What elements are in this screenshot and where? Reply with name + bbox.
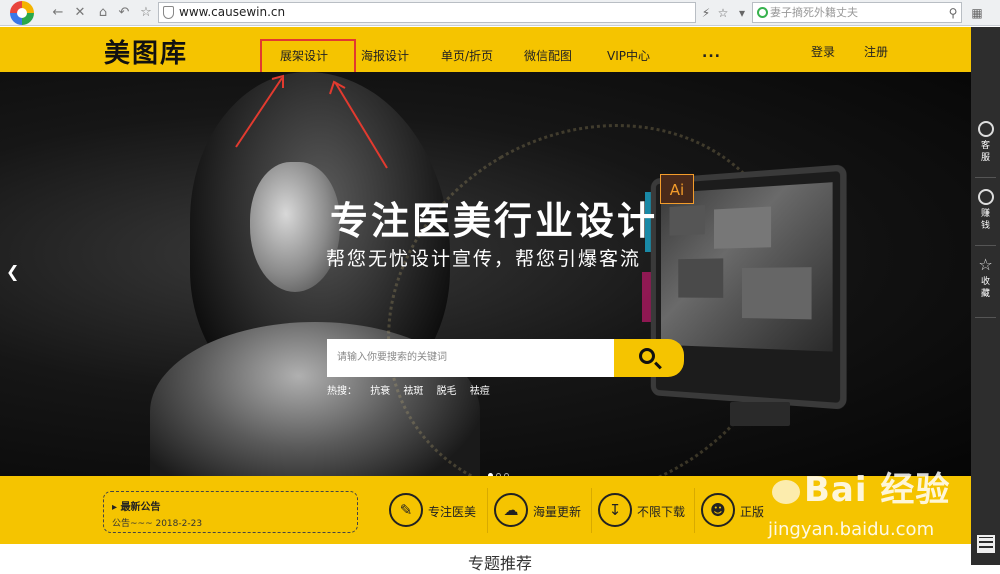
star-icon: ☆ [978, 255, 993, 274]
user-icon: ☻ [701, 493, 735, 527]
hot-search-label: 热搜： [327, 386, 357, 397]
bookmark-star-icon[interactable]: ☆ [714, 3, 732, 23]
money-bag-icon [977, 189, 994, 205]
nav-item-flyer[interactable]: 单页/折页 [441, 47, 493, 64]
address-bar[interactable]: www.causewin.cn [158, 2, 696, 23]
sidebar-divider [975, 177, 996, 178]
download-icon: ↧ [598, 493, 632, 527]
dropdown-icon[interactable]: ▾ [733, 3, 751, 23]
home-icon[interactable]: ⌂ [93, 3, 113, 23]
hero-monitor-stand [730, 402, 790, 426]
right-sidebar: 客服 赚钱 ☆ 收藏 [971, 27, 1000, 565]
login-link[interactable]: 登录 [811, 43, 835, 60]
sidebar-divider [975, 245, 996, 246]
carousel-prev-icon[interactable]: ❮ [6, 262, 19, 281]
back-icon[interactable]: ← [48, 3, 68, 23]
feature-label: 专注医美 [428, 505, 477, 519]
section-header: 专题推荐 [0, 544, 971, 573]
favorite-icon[interactable]: ☆ [136, 3, 156, 23]
hero-search-button[interactable] [614, 339, 684, 377]
security-shield-icon [163, 6, 174, 19]
search-icon[interactable]: ⚲ [944, 3, 962, 23]
url-text: www.causewin.cn [179, 5, 286, 19]
nav-item-wechat[interactable]: 微信配图 [524, 47, 572, 64]
cloud-icon: ☁ [494, 493, 528, 527]
sidebar-divider [975, 317, 996, 318]
baidu-watermark: Bai 经验 [772, 462, 950, 511]
carousel-pager [488, 463, 512, 476]
ai-badge-icon: Ai [660, 174, 694, 204]
search-engine-icon [757, 7, 768, 18]
browser-search-input[interactable]: 妻子摘死外籍丈夫 [752, 2, 962, 23]
feature-label: 不限下载 [637, 505, 686, 519]
watermark-text: Bai 经验 [804, 470, 951, 510]
hot-search-row: 热搜： 抗衰 祛斑 脱毛 祛痘 [327, 382, 500, 397]
announcement-box[interactable]: ▸ 最新公告 公告~~~ 2018-2-23 [103, 491, 358, 533]
nav-item-vip[interactable]: VIP中心 [607, 47, 650, 64]
feature-divider [694, 488, 695, 533]
hero-subtitle: 帮您无忧设计宣传，帮您引爆客流 [326, 248, 642, 270]
announcement-title: 最新公告 [120, 502, 161, 513]
section-title: 专题推荐 [468, 554, 533, 573]
lightning-icon[interactable]: ⚡ [697, 3, 715, 23]
sidebar-item-favorites[interactable]: ☆ 收藏 [971, 257, 1000, 300]
feature-label: 正版 [740, 505, 765, 519]
stop-icon[interactable]: ✕ [70, 3, 90, 23]
hot-term[interactable]: 脱毛 [437, 386, 457, 397]
register-link[interactable]: 注册 [864, 43, 888, 60]
undo-icon[interactable]: ↶ [114, 3, 134, 23]
sidebar-item-earn[interactable]: 赚钱 [971, 189, 1000, 232]
hot-term[interactable]: 祛痘 [470, 386, 490, 397]
announcement-body: 公告~~~ 2018-2-23 [112, 519, 203, 529]
feature-label: 海量更新 [533, 505, 582, 519]
megaphone-icon: ▸ [112, 502, 118, 513]
headset-icon [977, 121, 994, 137]
hot-term[interactable]: 抗衰 [370, 386, 390, 397]
qr-code-icon[interactable] [977, 535, 995, 553]
hero-model-face [250, 162, 340, 292]
grid-apps-icon[interactable]: ▦ [968, 3, 986, 23]
browser-logo-icon[interactable] [6, 0, 40, 26]
hero-search-input[interactable]: 请输入你要搜索的关键词 [327, 339, 615, 377]
browser-toolbar: ← ✕ ⌂ ↶ ☆ www.causewin.cn ⚡ ☆ ▾ 妻子摘死外籍丈夫… [0, 0, 1000, 26]
sidebar-item-label: 客服 [980, 141, 990, 163]
sidebar-item-label: 收藏 [980, 277, 990, 299]
sidebar-item-label: 赚钱 [980, 209, 990, 231]
hot-term[interactable]: 祛斑 [403, 386, 423, 397]
hero-banner: Ai 专注医美行业设计 帮您无忧设计宣传，帮您引爆客流 请输入你要搜索的关键词 … [0, 72, 971, 476]
search-icon [639, 348, 655, 364]
baidu-watermark-url: jingyan.baidu.com [768, 519, 935, 540]
nav-item-poster[interactable]: 海报设计 [361, 47, 409, 64]
feature-divider [487, 488, 488, 533]
site-logo[interactable]: 美图库 [104, 33, 188, 70]
brush-ruler-icon: ✎ [389, 493, 423, 527]
hero-title: 专注医美行业设计 [330, 199, 659, 243]
sidebar-item-service[interactable]: 客服 [971, 121, 1000, 164]
nav-more[interactable]: ... [702, 45, 721, 61]
baidu-paw-icon [772, 479, 800, 504]
feature-divider [591, 488, 592, 533]
site-header: 美图库 展架设计 海报设计 单页/折页 微信配图 VIP中心 ... 登录 注册 [0, 27, 971, 72]
browser-search-text: 妻子摘死外籍丈夫 [770, 6, 858, 19]
